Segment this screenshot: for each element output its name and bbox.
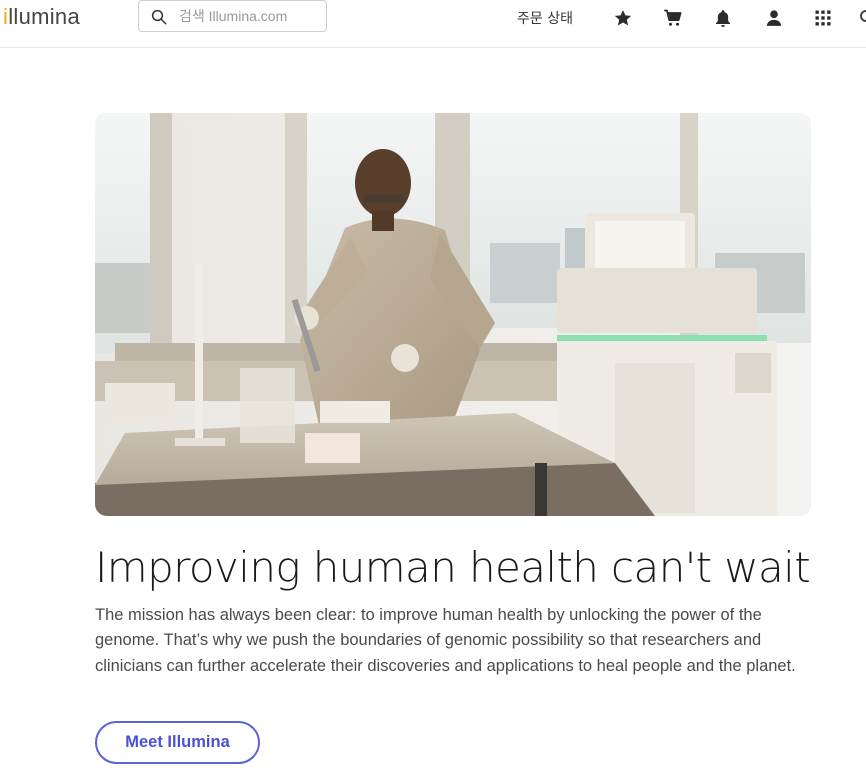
- star-icon[interactable]: [613, 8, 633, 28]
- clipped-header-icon[interactable]: [860, 10, 866, 22]
- lab-scene-illustration: [95, 113, 811, 516]
- search-input[interactable]: [179, 6, 319, 26]
- order-status-link[interactable]: 주문 상태: [517, 8, 573, 28]
- cart-icon[interactable]: [663, 8, 683, 28]
- search-box[interactable]: [138, 0, 327, 32]
- top-header: illumina 주문 상태: [0, 0, 866, 48]
- hero-image: [95, 113, 811, 516]
- mission-description: The mission has always been clear: to im…: [95, 606, 796, 675]
- logo-text: llumina: [8, 4, 80, 29]
- page-title: Improving human health can't wait: [95, 543, 811, 592]
- apps-grid-icon[interactable]: [813, 8, 833, 28]
- user-icon[interactable]: [764, 8, 784, 28]
- bell-icon[interactable]: [713, 8, 733, 28]
- illumina-logo[interactable]: illumina: [3, 4, 80, 30]
- meet-illumina-button[interactable]: Meet Illumina: [95, 721, 260, 764]
- search-icon[interactable]: [150, 8, 168, 26]
